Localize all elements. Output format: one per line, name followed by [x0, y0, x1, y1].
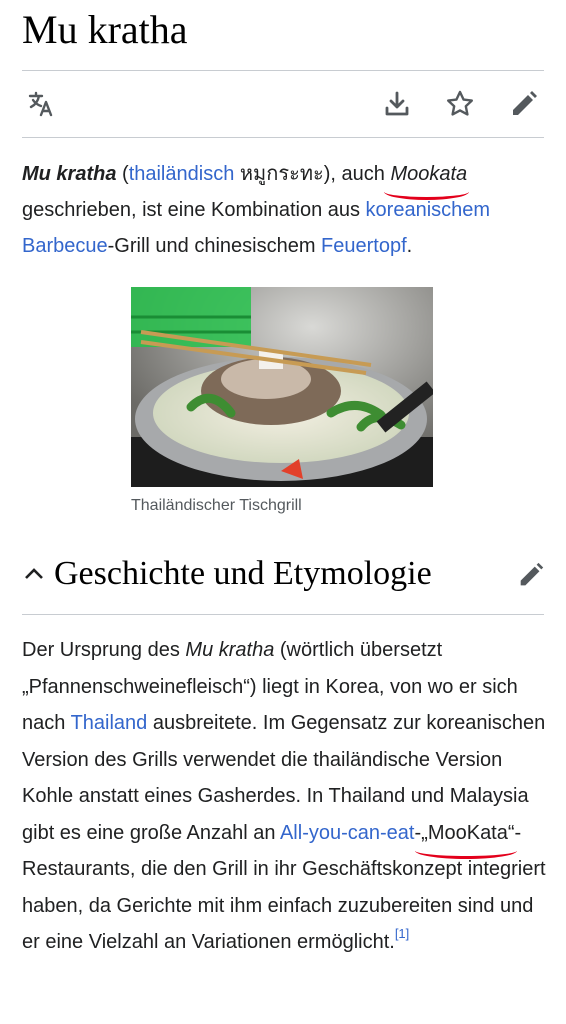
- chevron-up-icon[interactable]: [22, 562, 46, 586]
- toolbar-divider: [22, 137, 544, 138]
- intro-term: Mu kratha: [22, 163, 117, 185]
- title-divider: [22, 70, 544, 71]
- link-all-you-can-eat[interactable]: All-you-can-eat: [280, 822, 415, 844]
- alt-name-mookata: Mookata: [384, 156, 469, 200]
- text: Der Ursprung des: [22, 639, 186, 661]
- link-thai-language[interactable]: thailändisch: [129, 163, 235, 185]
- text: ), auch: [323, 163, 391, 185]
- text: geschrieben, ist eine Kombination aus: [22, 199, 366, 221]
- reference-1[interactable]: [1]: [395, 926, 409, 941]
- pencil-icon[interactable]: [508, 88, 540, 120]
- text: -Grill und chinesischem: [107, 235, 322, 257]
- history-term: Mu kratha: [185, 639, 275, 661]
- section-title: Geschichte und Etymologie: [54, 555, 432, 592]
- intro-paragraph: Mu kratha (thailändisch หมูกระทะ), auch …: [22, 156, 546, 264]
- translate-icon[interactable]: [26, 88, 58, 120]
- history-paragraph: Der Ursprung des Mu kratha (wörtlich übe…: [22, 632, 552, 961]
- link-feuertopf[interactable]: Feuertopf: [321, 235, 407, 257]
- tischgrill-image[interactable]: [131, 287, 433, 487]
- thai-script: หมูกระทะ: [234, 163, 324, 185]
- mookata-quote: „MooKata“: [415, 815, 517, 859]
- text: (: [116, 163, 129, 185]
- link-thailand[interactable]: Thailand: [71, 712, 148, 734]
- section-edit-pencil-icon[interactable]: [516, 560, 546, 590]
- star-icon[interactable]: [444, 88, 476, 120]
- figure-caption: Thailändischer Tischgrill: [131, 497, 302, 514]
- page-title: Mu kratha: [22, 7, 188, 52]
- download-icon[interactable]: [381, 88, 413, 120]
- text: .: [406, 235, 413, 257]
- section-divider: [22, 614, 544, 615]
- text: -: [414, 821, 422, 844]
- section-header-geschichte[interactable]: Geschichte und Etymologie: [22, 546, 546, 602]
